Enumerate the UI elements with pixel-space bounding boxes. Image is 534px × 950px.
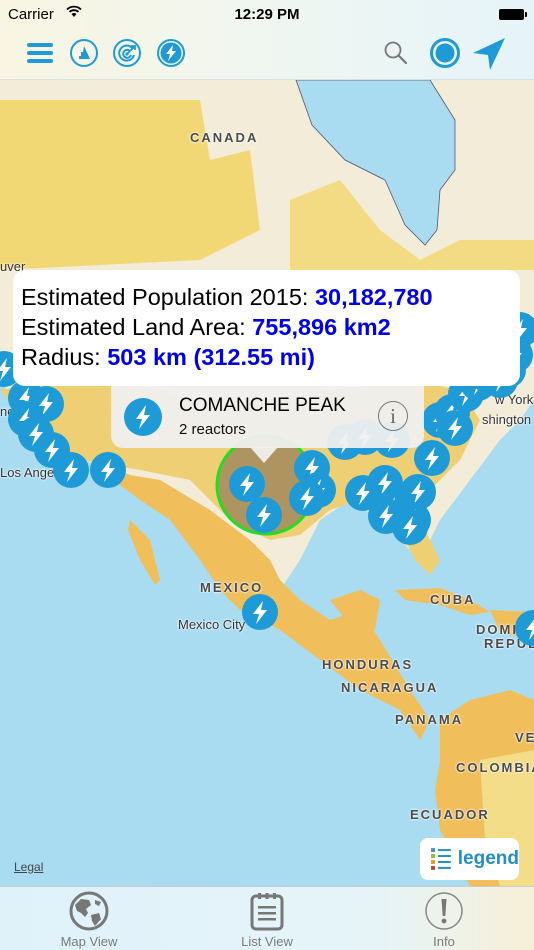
callout-pointer: [250, 447, 278, 463]
label-ecuador: ECUADOR: [410, 807, 490, 822]
label-colombia: COLOMBIA: [456, 760, 534, 775]
radius-info-panel: Estimated Population 2015: 30,182,780 Es…: [13, 270, 520, 386]
callout-subtitle: 2 reactors: [179, 421, 246, 438]
reactor-lightning-icon: [124, 398, 162, 436]
label-canada: CANADA: [190, 130, 259, 145]
legend-button[interactable]: legend: [420, 838, 519, 880]
tab-list-view[interactable]: List View: [207, 891, 327, 949]
exclamation-circle-icon: [425, 892, 463, 930]
tab-map-view-label: Map View: [60, 934, 118, 949]
target-icon: [113, 39, 141, 67]
reactors-button[interactable]: [155, 37, 187, 69]
target-button[interactable]: [111, 37, 143, 69]
tab-list-view-label: List View: [241, 934, 293, 949]
reactor-marker[interactable]: [245, 496, 283, 534]
legal-link[interactable]: Legal: [14, 860, 43, 874]
tab-info[interactable]: Info: [384, 891, 504, 949]
menu-button[interactable]: [24, 37, 56, 69]
callout-title: COMANCHE PEAK: [179, 395, 346, 416]
terrain-button[interactable]: [68, 37, 100, 69]
tab-info-label: Info: [433, 934, 455, 949]
lightning-icon: [90, 452, 126, 488]
reactor-marker[interactable]: [514, 609, 534, 647]
reactor-marker[interactable]: [367, 497, 405, 535]
info-detail-button[interactable]: i: [378, 401, 408, 431]
radius-label: Radius:: [21, 344, 108, 370]
label-panama: PANAMA: [395, 712, 464, 727]
lightning-icon: [53, 452, 89, 488]
reactor-marker[interactable]: [436, 409, 474, 447]
population-label: Estimated Population 2015:: [21, 284, 315, 310]
land-baja: [128, 520, 160, 585]
location-arrow-icon: [473, 38, 505, 70]
status-bar: Carrier 12:29 PM: [0, 0, 534, 30]
lightning-icon: [515, 610, 534, 646]
legend-list-icon: [430, 848, 451, 870]
lightning-icon: [157, 39, 185, 67]
record-circle-icon: [430, 38, 460, 68]
land-area-value: 755,896 km2: [252, 314, 391, 340]
status-time: 12:29 PM: [234, 6, 300, 23]
population-value: 30,182,780: [314, 284, 433, 310]
reactor-marker[interactable]: [52, 451, 90, 489]
battery-icon: [499, 9, 527, 20]
radius-value: 503 km (312.55 mi): [107, 344, 315, 370]
label-mexico-city: Mexico City: [178, 617, 246, 632]
lightning-icon: [289, 480, 325, 516]
label-venezuela: VE: [515, 730, 534, 745]
legend-label: legend: [457, 848, 519, 869]
location-button[interactable]: [470, 35, 508, 73]
lightning-icon: [246, 497, 282, 533]
reactor-marker[interactable]: [241, 593, 279, 631]
tab-bar: Map View List View Info: [0, 886, 534, 950]
mountain-icon: [70, 39, 98, 67]
lightning-icon: [368, 498, 404, 534]
search-icon: [384, 41, 408, 65]
label-washington: shington: [482, 412, 532, 427]
reactor-marker[interactable]: [288, 479, 326, 517]
label-cuba: CUBA: [430, 592, 476, 607]
hamburger-menu-icon: [27, 43, 53, 63]
land-area-label: Estimated Land Area:: [21, 314, 253, 340]
lightning-icon: [437, 410, 473, 446]
search-button[interactable]: [380, 37, 412, 69]
tab-map-view[interactable]: Map View: [29, 891, 149, 949]
land-area-row: Estimated Land Area: 755,896 km2: [21, 312, 520, 342]
radius-row: Radius: 503 km (312.55 mi): [21, 342, 520, 372]
record-button[interactable]: [429, 37, 461, 69]
reactor-callout[interactable]: COMANCHE PEAK 2 reactors i: [111, 386, 424, 448]
lightning-icon: [242, 594, 278, 630]
reactor-marker[interactable]: [89, 451, 127, 489]
population-row: Estimated Population 2015: 30,182,780: [21, 282, 520, 312]
label-nicaragua: NICARAGUA: [341, 680, 439, 695]
globe-icon: [69, 891, 109, 931]
notepad-icon: [250, 893, 284, 931]
label-honduras: HONDURAS: [322, 657, 414, 672]
